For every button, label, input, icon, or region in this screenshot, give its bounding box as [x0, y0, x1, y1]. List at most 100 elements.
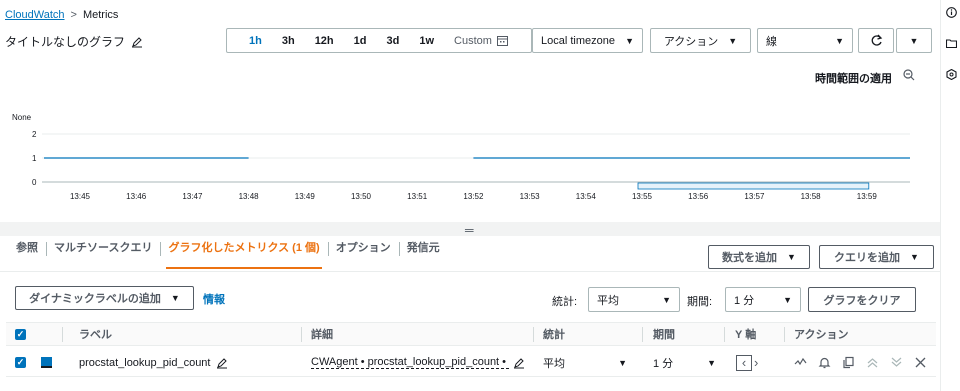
- close-icon[interactable]: [914, 356, 927, 369]
- breadcrumb-current: Metrics: [82, 9, 119, 21]
- metric-details-cell: CWAgent • procstat_lookup_pid_count • (: [311, 349, 529, 376]
- range-custom-label: Custom: [454, 34, 492, 47]
- row-actions: [794, 349, 927, 376]
- range-1h[interactable]: 1h: [249, 35, 262, 47]
- stat-label: 統計:: [552, 296, 578, 308]
- add-query-label: クエリを追加: [834, 252, 901, 264]
- checkmark-icon: ✓: [15, 357, 26, 368]
- series-color-swatch[interactable]: [41, 349, 52, 376]
- actions-dropdown[interactable]: アクション ▼: [650, 28, 751, 53]
- tab-graphed-metrics[interactable]: グラフ化したメトリクス (1 個): [160, 236, 327, 272]
- range-12h[interactable]: 12h: [315, 35, 334, 47]
- y-tick-label: 1: [32, 154, 37, 163]
- stat-dropdown[interactable]: 平均 ▼: [588, 287, 680, 312]
- y-axis-label: None: [12, 113, 32, 122]
- x-tick-label: 13:57: [744, 192, 765, 201]
- chart-type-value: 線: [766, 35, 777, 48]
- add-dynamic-label-button[interactable]: ダイナミックラベルの追加 ▼: [15, 286, 194, 310]
- y-axis-right-button[interactable]: ›: [754, 355, 758, 370]
- tab-browse[interactable]: 参照: [8, 236, 46, 272]
- caret-down-icon: ▼: [170, 293, 180, 303]
- x-tick-label: 13:52: [463, 192, 484, 201]
- column-stat: 統計: [543, 329, 565, 341]
- tab-multi-source-query[interactable]: マルチソースクエリ: [46, 236, 160, 272]
- info-icon[interactable]: [946, 7, 957, 18]
- period-value: 1 分: [734, 294, 755, 307]
- row-period-value: 1 分: [653, 357, 674, 370]
- row-checkbox[interactable]: ✓: [15, 349, 26, 376]
- alarm-bell-icon[interactable]: [818, 356, 831, 369]
- caret-down-icon: ▼: [662, 294, 671, 305]
- chart-area: 時間範囲の適用 None 2 1 0 13:45 13:46 13:47 13:48 13:49…: [0, 60, 940, 222]
- period-label: 期間:: [687, 296, 713, 308]
- column-divider: [724, 327, 725, 342]
- pencil-icon[interactable]: [131, 36, 143, 48]
- time-range-selector: 1h 3h 12h 1d 3d 1w Custom: [226, 28, 532, 53]
- breadcrumb-cloudwatch-link[interactable]: CloudWatch: [5, 9, 65, 21]
- copy-icon[interactable]: [842, 356, 855, 369]
- add-math-button[interactable]: 数式を追加 ▼: [708, 245, 810, 269]
- range-3h[interactable]: 3h: [282, 35, 295, 47]
- column-actions: アクション: [794, 329, 849, 341]
- y-tick-label: 0: [32, 178, 37, 187]
- timezone-dropdown[interactable]: Local timezone ▼: [532, 28, 643, 53]
- time-brush: [637, 182, 870, 190]
- graph-title-text: タイトルなしのグラフ: [5, 35, 126, 49]
- row-stat-dropdown[interactable]: 平均 ▼: [543, 349, 627, 376]
- chart-type-dropdown[interactable]: 線 ▼: [757, 28, 853, 53]
- settings-icon[interactable]: [946, 69, 957, 80]
- tab-source[interactable]: 発信元: [398, 236, 448, 272]
- x-tick-label: 13:56: [688, 192, 709, 201]
- clear-graph-button[interactable]: グラフをクリア: [808, 287, 916, 312]
- resize-handle-icon[interactable]: ═: [465, 223, 474, 237]
- timezone-value: Local timezone: [541, 34, 615, 47]
- info-link[interactable]: 情報: [203, 291, 225, 307]
- column-divider: [533, 327, 534, 342]
- tab-options[interactable]: オプション: [327, 236, 399, 272]
- range-1w[interactable]: 1w: [419, 35, 434, 47]
- breadcrumb: CloudWatch > Metrics: [5, 9, 118, 21]
- pencil-icon[interactable]: [513, 357, 525, 369]
- metric-details[interactable]: CWAgent • procstat_lookup_pid_count • (: [311, 356, 509, 369]
- range-1d[interactable]: 1d: [354, 35, 367, 47]
- calendar-icon: [496, 36, 508, 46]
- metrics-table-header: ✓ ラベル 詳細 統計 期間 Y 軸 アクション: [6, 322, 936, 346]
- x-tick-label: 13:54: [576, 192, 597, 201]
- table-row: ✓ procstat_lookup_pid_count CWAgent • pr…: [6, 349, 936, 377]
- y-axis-left-button[interactable]: ‹: [736, 354, 752, 371]
- column-period: 期間: [653, 329, 675, 341]
- column-details: 詳細: [311, 329, 333, 341]
- select-all-checkbox[interactable]: ✓: [15, 323, 26, 345]
- metrics-line-chart[interactable]: None2 1 0 13:45 13:46 13:47 13:48 13:49 13:50 13:…: [0, 60, 940, 222]
- caret-down-icon: ▼: [728, 35, 738, 46]
- column-divider: [301, 327, 302, 342]
- add-math-label: 数式を追加: [722, 252, 778, 264]
- caret-down-icon: ▼: [910, 252, 919, 262]
- refresh-icon: [871, 34, 882, 46]
- breadcrumb-separator: >: [70, 9, 77, 21]
- add-query-button[interactable]: クエリを追加 ▼: [819, 245, 934, 269]
- x-tick-label: 13:50: [351, 192, 372, 201]
- refresh-button[interactable]: [858, 28, 894, 53]
- main-panel: CloudWatch > Metrics タイトルなしのグラフ 1h 3h 12…: [0, 0, 940, 391]
- x-tick-label: 13:47: [182, 192, 203, 201]
- range-custom[interactable]: Custom: [454, 35, 508, 47]
- refresh-options-dropdown[interactable]: ▼: [896, 28, 932, 53]
- caret-down-icon: ▼: [909, 35, 919, 46]
- pencil-icon[interactable]: [216, 357, 228, 369]
- caret-down-icon: ▼: [787, 252, 796, 262]
- x-tick-label: 13:48: [239, 192, 260, 201]
- column-y-axis: Y 軸: [735, 329, 757, 341]
- range-3d[interactable]: 3d: [387, 35, 400, 47]
- row-period-dropdown[interactable]: 1 分 ▼: [653, 349, 716, 376]
- move-down-icon[interactable]: [890, 356, 903, 369]
- move-up-icon[interactable]: [866, 356, 879, 369]
- x-tick-label: 13:49: [295, 192, 316, 201]
- y-tick-label: 2: [32, 130, 37, 139]
- trend-icon[interactable]: [794, 356, 807, 369]
- x-tick-label: 13:58: [801, 192, 822, 201]
- period-dropdown[interactable]: 1 分 ▼: [725, 287, 801, 312]
- folder-icon[interactable]: [946, 38, 957, 49]
- caret-down-icon: ▼: [835, 35, 844, 46]
- caret-down-icon: ▼: [707, 357, 716, 368]
